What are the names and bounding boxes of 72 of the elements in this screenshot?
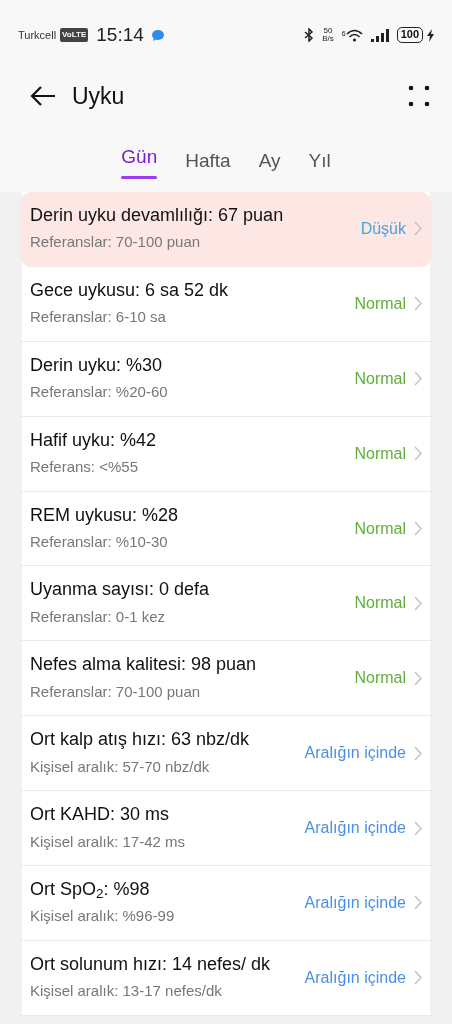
- back-button[interactable]: [30, 85, 56, 107]
- metric-title: Gece uykusu: 6 sa 52 dk: [30, 278, 230, 302]
- metric-row[interactable]: Ort KAHD: 30 ms Kişisel aralık: 17-42 ms Aralığın içinde: [20, 791, 432, 866]
- more-options-button[interactable]: [408, 85, 430, 107]
- metric-row[interactable]: Nefes alma kalitesi: 98 puan Referanslar: 70-100 puan Normal: [20, 641, 432, 717]
- signal-icon: [370, 28, 389, 42]
- reference-range: Referans: <%55: [30, 457, 139, 478]
- status-label: Normal: [354, 443, 406, 464]
- volte-indicator: VoLTE: [60, 28, 89, 42]
- reference-range: Referanslar: 0-1 kez: [30, 606, 167, 627]
- status-label: Normal: [354, 668, 406, 689]
- status-label: Normal: [354, 368, 406, 389]
- period-tab[interactable]: Yıl: [302, 136, 337, 192]
- metric-row[interactable]: Gece uykusu: 6 sa 52 dk Referanslar: 6-10 sa Normal: [20, 266, 432, 342]
- metric-row[interactable]: Uyanma sayısı: 0 defa Referanslar: 0-1 kez Normal: [20, 566, 432, 642]
- metric-title: Nefes alma kalitesi: 98 puan: [30, 653, 258, 677]
- status-label: Düşük: [360, 218, 406, 239]
- period-tab[interactable]: Ay: [252, 136, 287, 192]
- metric-row[interactable]: Derin uyku devamlılığı: 67 puan Referanslar: 70-100 puan Düşük: [20, 192, 432, 267]
- chevron-icon: [414, 371, 422, 387]
- status-label: Normal: [354, 293, 406, 314]
- reference-range: Kişisel aralık: 17-42 ms: [30, 831, 187, 852]
- reference-range: Referanslar: 70-100 puan: [30, 681, 202, 702]
- reference-range: Referanslar: 6-10 sa: [30, 307, 167, 328]
- chevron-icon: [414, 221, 422, 237]
- chevron-icon: [414, 970, 422, 986]
- chevron-icon: [414, 820, 422, 836]
- bluetooth-icon: [304, 28, 315, 42]
- page-title: Uyku: [72, 81, 125, 111]
- chevron-icon: [414, 745, 422, 761]
- status-label: Normal: [354, 518, 406, 539]
- status-label: Aralığın içinde: [304, 967, 406, 988]
- status-label: Aralığın içinde: [304, 892, 406, 913]
- metric-title: Ort KAHD: 30 ms: [30, 803, 171, 827]
- metric-title: Ort kalp atış hızı: 63 nbz/dk: [30, 728, 251, 752]
- chevron-icon: [414, 670, 422, 686]
- metric-title: Hafif uyku: %42: [30, 428, 158, 452]
- status-label: Aralığın içinde: [304, 743, 406, 764]
- network-speed: 50 B/s: [322, 27, 334, 43]
- chevron-icon: [414, 521, 422, 536]
- carrier-name: Turkcell: [18, 27, 57, 43]
- reference-range: Referanslar: %10-30: [30, 531, 169, 552]
- metric-title: Uyanma sayısı: 0 defa: [30, 578, 211, 602]
- chat-bubble-icon: [151, 29, 164, 41]
- chevron-icon: [414, 296, 422, 312]
- period-tab[interactable]: Hafta: [179, 136, 237, 192]
- reference-range: Kişisel aralık: 57-70 nbz/dk: [30, 756, 211, 777]
- wifi-icon: [345, 28, 363, 42]
- metric-row[interactable]: REM uykusu: %28 Referanslar: %10-30 Normal: [20, 491, 432, 567]
- battery-level: 100: [396, 27, 423, 43]
- metric-row[interactable]: Derin uyku: %30 Referanslar: %20-60 Normal: [20, 341, 432, 417]
- status-label: Normal: [354, 593, 406, 614]
- metric-row[interactable]: Ort kalp atış hızı: 63 nbz/dk Kişisel aralık: 57-70 nbz/dk Aralığın içinde: [20, 716, 432, 792]
- status-label: Aralığın içinde: [304, 818, 406, 839]
- metric-title: REM uykusu: %28: [30, 503, 180, 527]
- reference-range: Kişisel aralık: 13-17 nefes/dk: [30, 981, 223, 1002]
- charging-icon: [427, 28, 434, 42]
- reference-range: Referanslar: 70-100 puan: [30, 232, 202, 253]
- metric-title: Ort solunum hızı: 14 nefes/ dk: [30, 952, 272, 976]
- clock-time: 15:14: [96, 22, 144, 47]
- metric-row[interactable]: Hafif uyku: %42 Referans: <%55 Normal: [20, 416, 432, 492]
- chevron-icon: [414, 595, 422, 611]
- metric-title: Ort SpO$_{2}$: %98: [30, 878, 151, 902]
- chevron-icon: [414, 446, 422, 462]
- metric-title: Derin uyku devamlılığı: 67 puan: [30, 204, 285, 227]
- chevron-icon: [414, 895, 422, 911]
- period-tab[interactable]: Gün: [115, 136, 164, 192]
- reference-range: Referanslar: %20-60: [30, 382, 169, 403]
- reference-range: Kişisel aralık: %96-99: [30, 906, 176, 927]
- metric-row[interactable]: Ort SpO$_{2}$: %98 Kişisel aralık: %96-99 Aralığın içinde: [20, 866, 432, 941]
- metric-row[interactable]: Ort solunum hızı: 14 nefes/ dk Kişisel aralık: 13-17 nefes/dk Aralığın içinde: [20, 940, 432, 1016]
- metric-title: Derin uyku: %30: [30, 353, 164, 377]
